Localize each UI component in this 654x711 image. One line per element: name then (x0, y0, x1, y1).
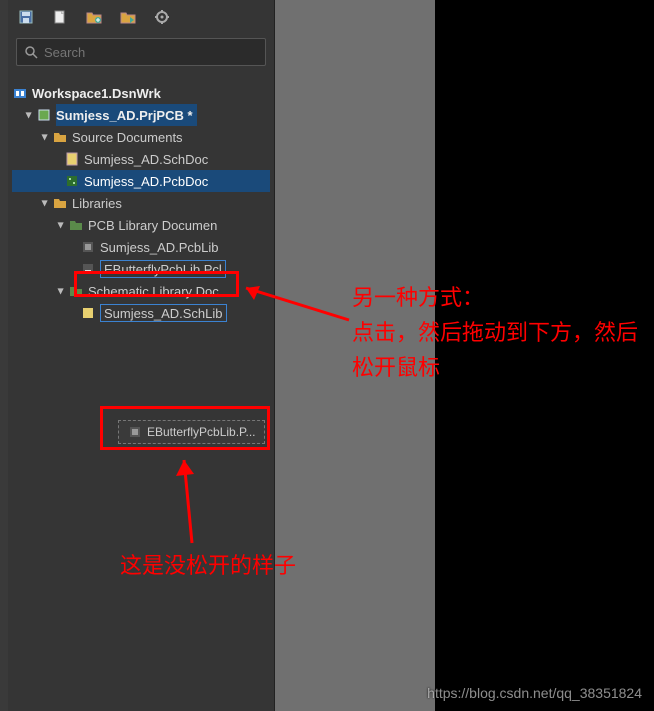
sumjess-schlib-node[interactable]: Sumjess_AD.SchLib (12, 302, 270, 324)
pcblib-icon (80, 239, 96, 255)
drag-ghost: EButterflyPcbLib.P... (118, 420, 265, 444)
source-documents-label: Source Documents (72, 130, 183, 145)
annotation-arrow-up (172, 448, 212, 548)
sumjess-schlib-label: Sumjess_AD.SchLib (104, 306, 223, 321)
workspace-icon (12, 85, 28, 101)
schlib-selection: Sumjess_AD.SchLib (100, 304, 227, 322)
sumjess-pcblib-node[interactable]: Sumjess_AD.PcbLib (12, 236, 270, 258)
folder-icon (52, 195, 68, 211)
project-node[interactable]: Sumjess_AD.PrjPCB * (12, 104, 270, 126)
schdoc-node[interactable]: Sumjess_AD.SchDoc (12, 148, 270, 170)
pcblib-folder-label: PCB Library Documen (88, 218, 217, 233)
search-input[interactable] (44, 45, 257, 60)
schlib-folder-node[interactable]: Schematic Library Doc (12, 280, 270, 302)
pcblib-icon (127, 424, 143, 440)
new-icon[interactable] (52, 9, 68, 25)
chevron-down-icon[interactable] (24, 110, 34, 120)
chevron-down-icon[interactable] (40, 198, 50, 208)
annotation-arrow-right (234, 280, 354, 330)
chevron-down-icon[interactable] (56, 220, 66, 230)
chevron-down-icon[interactable] (40, 132, 50, 142)
schlib-folder-label: Schematic Library Doc (88, 284, 219, 299)
libraries-label: Libraries (72, 196, 122, 211)
ebutterfly-selection: EButterflyPcbLib.Pcl (100, 260, 226, 278)
pcbdoc-node[interactable]: Sumjess_AD.PcbDoc (12, 170, 270, 192)
folder-icon (68, 283, 84, 299)
save-icon[interactable] (18, 9, 34, 25)
panel-toolbar (8, 0, 274, 34)
ebutterfly-node[interactable]: EButterflyPcbLib.Pcl (12, 258, 270, 280)
schdoc-label: Sumjess_AD.SchDoc (84, 152, 208, 167)
pcbdoc-label: Sumjess_AD.PcbDoc (84, 174, 208, 189)
annotation-text-bottom: 这是没松开的样子 (120, 548, 296, 583)
libraries-node[interactable]: Libraries (12, 192, 270, 214)
folder-icon (52, 129, 68, 145)
pcb-icon (64, 173, 80, 189)
workspace-label: Workspace1.DsnWrk (32, 86, 161, 101)
workspace-node[interactable]: Workspace1.DsnWrk (12, 82, 270, 104)
folder-icon (68, 217, 84, 233)
search-icon (25, 46, 38, 59)
search-box[interactable] (16, 38, 266, 66)
pcblib-folder-node[interactable]: PCB Library Documen (12, 214, 270, 236)
gear-icon[interactable] (154, 9, 170, 25)
sumjess-pcblib-label: Sumjess_AD.PcbLib (100, 240, 219, 255)
chevron-down-icon[interactable] (56, 286, 66, 296)
annotation-text-right: 另一种方式：点击，然后拖动到下方，然后松开鼠标 (352, 280, 652, 386)
ebutterfly-label: EButterflyPcbLib.Pcl (104, 262, 222, 277)
schlib-icon (80, 305, 96, 321)
projects-panel: Workspace1.DsnWrk Sumjess_AD.PrjPCB * So… (8, 0, 275, 711)
folder-arrow-icon[interactable] (120, 9, 136, 25)
project-icon (36, 107, 52, 123)
drag-ghost-label: EButterflyPcbLib.P... (147, 425, 256, 439)
pcblib-icon (80, 261, 96, 277)
project-selection: Sumjess_AD.PrjPCB * (56, 104, 197, 126)
folder-add-icon[interactable] (86, 9, 102, 25)
schematic-icon (64, 151, 80, 167)
project-label: Sumjess_AD.PrjPCB * (56, 108, 193, 123)
source-documents-node[interactable]: Source Documents (12, 126, 270, 148)
watermark: https://blog.csdn.net/qq_38351824 (427, 685, 642, 701)
